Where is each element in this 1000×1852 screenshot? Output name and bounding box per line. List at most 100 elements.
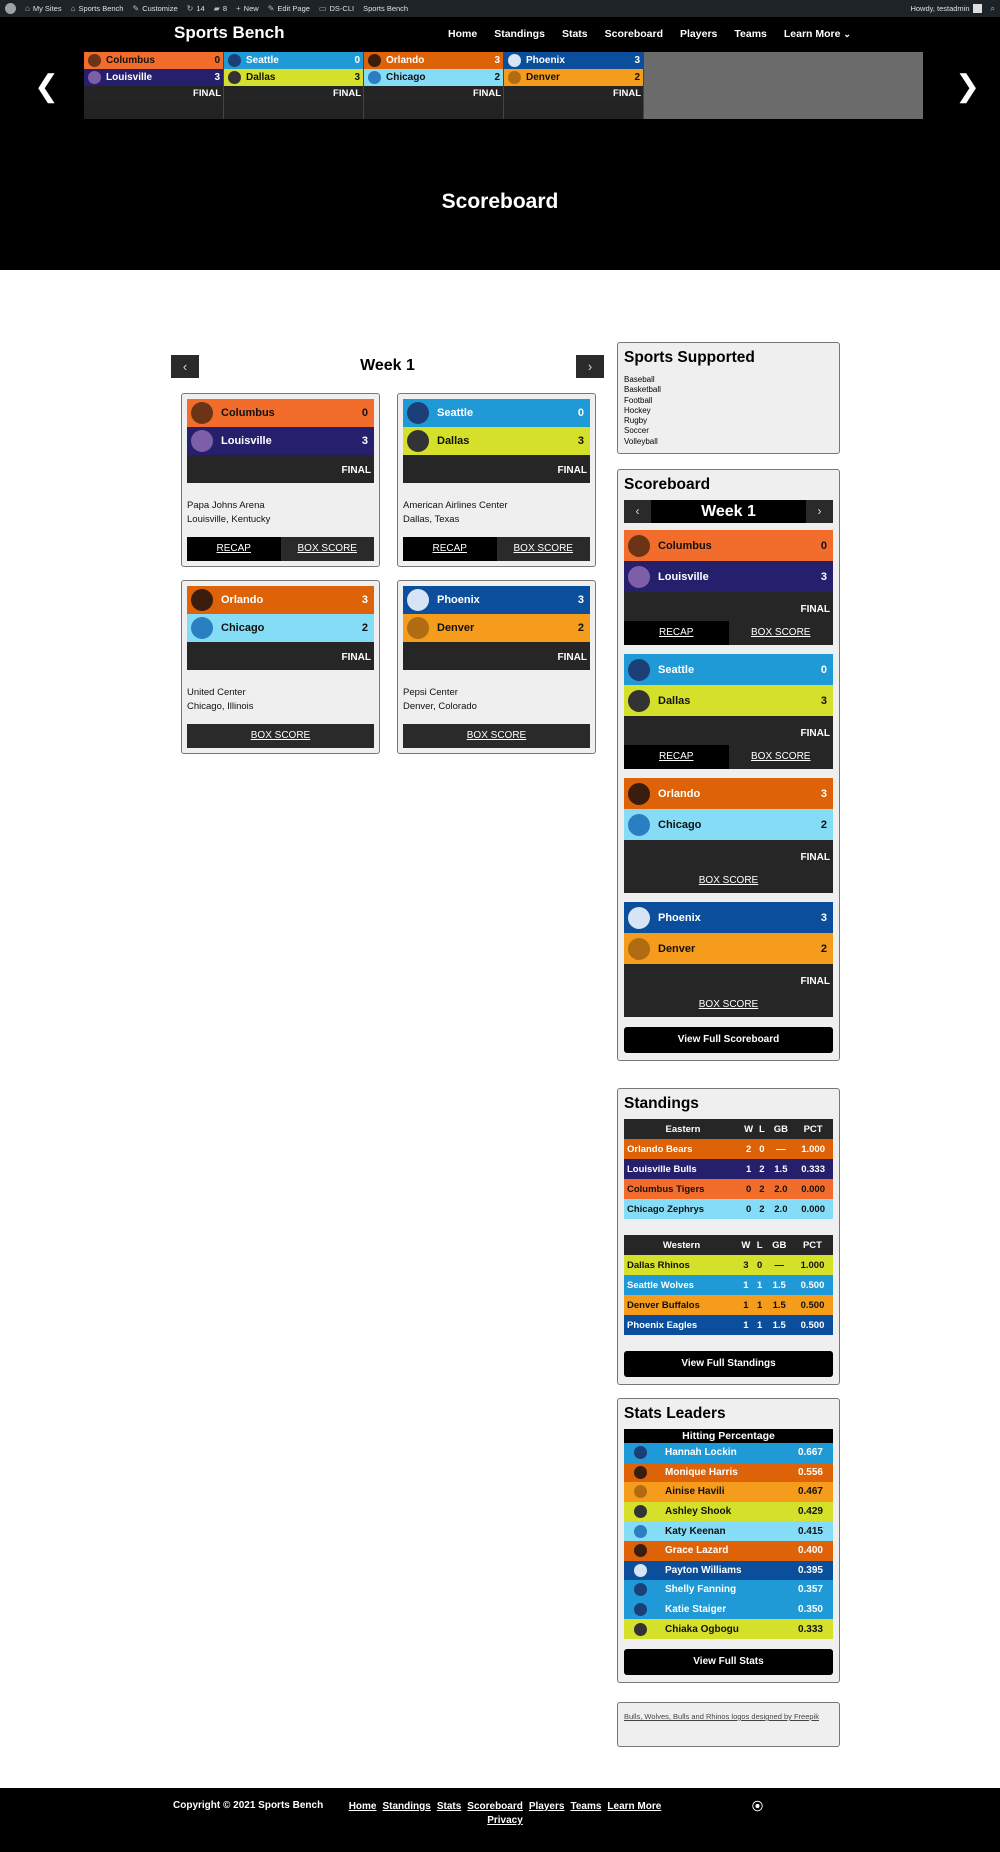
player-name[interactable]: Katy Keenan: [665, 1526, 798, 1537]
team-name[interactable]: Louisville Bulls: [624, 1159, 742, 1179]
widget-title: Scoreboard: [624, 476, 711, 493]
team-name[interactable]: Orlando Bears: [624, 1139, 742, 1159]
admin-new[interactable]: + New: [236, 4, 259, 13]
player-name[interactable]: Grace Lazard: [665, 1545, 798, 1556]
site-footer: Copyright © 2021 Sports Bench Home Standi…: [0, 1788, 1000, 1852]
stat-gb: 2.0: [774, 1183, 788, 1195]
game-buttons: RECAP BOX SCORE: [403, 537, 590, 561]
admin-customize[interactable]: ✎ Customize: [132, 4, 177, 13]
stat-w: 1: [743, 1299, 749, 1311]
view-full-scoreboard-button[interactable]: View Full Scoreboard: [624, 1027, 833, 1053]
nav-players[interactable]: Players: [680, 28, 717, 40]
view-full-stats-button[interactable]: View Full Stats: [624, 1648, 833, 1675]
team-name[interactable]: Columbus Tigers: [624, 1179, 742, 1199]
ticker-team-row: Seattle 0: [224, 52, 363, 69]
player-name[interactable]: Payton Williams: [665, 1565, 798, 1576]
player-name[interactable]: Hannah Lockin: [665, 1447, 798, 1458]
game-status: FINAL: [403, 455, 590, 483]
next-week-button[interactable]: ›: [576, 355, 604, 378]
ticker-game[interactable]: Seattle 0 Dallas 3 FINAL: [224, 52, 364, 119]
pencil-icon: ✎: [267, 4, 275, 13]
wordpress-menu[interactable]: [5, 3, 16, 14]
team-score: 2: [577, 622, 584, 634]
admin-updates[interactable]: ↻ 14: [187, 4, 205, 13]
box-score-button[interactable]: BOX SCORE: [624, 993, 833, 1017]
footer-link-learn-more[interactable]: Learn More: [607, 1801, 661, 1812]
nav-stats[interactable]: Stats: [562, 28, 588, 40]
venue-name: American Airlines Center: [403, 500, 508, 511]
stat-pct: 0.000: [801, 1203, 825, 1215]
player-name[interactable]: Chiaka Ogbogu: [665, 1624, 798, 1635]
ticker-team-row: Denver 2: [504, 69, 643, 86]
admin-search[interactable]: ⌕: [991, 4, 995, 14]
nav-scoreboard[interactable]: Scoreboard: [605, 28, 663, 40]
chevron-right-icon: ›: [817, 504, 822, 518]
stat-l: 0: [759, 1143, 765, 1155]
admin-sports-bench[interactable]: Sports Bench: [363, 4, 408, 13]
widget-next-week-button[interactable]: ›: [806, 500, 833, 523]
footer-link-standings[interactable]: Standings: [382, 1801, 430, 1812]
team-name[interactable]: Denver Buffalos: [624, 1295, 739, 1315]
box-score-button[interactable]: BOX SCORE: [624, 869, 833, 893]
player-name[interactable]: Monique Harris: [665, 1467, 798, 1478]
ticker-next-arrow[interactable]: ❯: [955, 72, 980, 102]
column-header: PCT: [793, 1119, 833, 1139]
player-name[interactable]: Shelly Fanning: [665, 1584, 798, 1595]
box-score-button[interactable]: BOX SCORE: [187, 724, 374, 748]
recap-button[interactable]: RECAP: [624, 745, 729, 769]
admin-account[interactable]: Howdy, testadmin: [910, 4, 982, 13]
ticker-game[interactable]: Columbus 0 Louisville 3 FINAL: [84, 52, 224, 119]
player-name[interactable]: Ainise Havili: [665, 1486, 798, 1497]
admin-comments[interactable]: ▰ 8: [214, 4, 227, 13]
box-score-button[interactable]: BOX SCORE: [280, 537, 374, 561]
footer-link-privacy[interactable]: Privacy: [487, 1815, 523, 1826]
wp-admin-bar: ⌂ My Sites ⌂ Sports Bench ✎ Customize ↻ 14 ▰…: [0, 0, 1000, 17]
recap-button[interactable]: RECAP: [187, 537, 281, 561]
nav-learn-more[interactable]: Learn More ⌄: [784, 28, 851, 40]
team-name[interactable]: Dallas Rhinos: [624, 1255, 739, 1275]
nav-home[interactable]: Home: [448, 28, 477, 40]
stat-w: 0: [745, 1203, 752, 1215]
admin-site-name[interactable]: ⌂ Sports Bench: [71, 4, 124, 13]
box-score-button[interactable]: BOX SCORE: [729, 621, 834, 645]
game-status: FINAL: [624, 716, 833, 745]
widget-prev-week-button[interactable]: ‹: [624, 500, 651, 523]
footer-link-teams[interactable]: Teams: [570, 1801, 601, 1812]
footer-link-stats[interactable]: Stats: [437, 1801, 461, 1812]
player-name[interactable]: Ashley Shook: [665, 1506, 798, 1517]
footer-link-scoreboard[interactable]: Scoreboard: [467, 1801, 523, 1812]
sport-item: Rugby: [624, 416, 648, 426]
recap-button[interactable]: RECAP: [624, 621, 729, 645]
main-content: ‹ Week 1 › Columbus 0 Louisville 3 FINAL Papa…: [0, 270, 1000, 1788]
team-name: Denver: [526, 72, 560, 83]
footer-link-home[interactable]: Home: [349, 1801, 377, 1812]
view-full-standings-button[interactable]: View Full Standings: [624, 1351, 833, 1377]
recap-button[interactable]: RECAP: [403, 537, 497, 561]
rss-icon[interactable]: ⦿: [752, 1798, 763, 1814]
team-name[interactable]: Phoenix Eagles: [624, 1315, 739, 1335]
team-logo-icon: [628, 906, 650, 929]
ticker-prev-arrow[interactable]: ❮: [34, 72, 59, 102]
nav-standings[interactable]: Standings: [494, 28, 545, 40]
team-name[interactable]: Seattle Wolves: [624, 1275, 739, 1295]
stat-w: 1: [745, 1163, 752, 1175]
admin-my-sites[interactable]: ⌂ My Sites: [25, 4, 62, 13]
ticker-game[interactable]: Orlando 3 Chicago 2 FINAL: [364, 52, 504, 119]
box-score-button[interactable]: BOX SCORE: [403, 724, 590, 748]
box-score-button[interactable]: BOX SCORE: [496, 537, 590, 561]
admin-ds-cli[interactable]: ▭ DS-CLI: [319, 4, 354, 13]
ticker-team-row: Orlando 3: [364, 52, 503, 69]
stat-value: 0.400: [797, 1545, 823, 1557]
player-name[interactable]: Katie Staiger: [665, 1604, 798, 1615]
team-name[interactable]: Chicago Zephrys: [624, 1199, 742, 1219]
site-title[interactable]: Sports Bench: [174, 23, 285, 43]
team-score: 0: [361, 407, 368, 419]
footer-link-players[interactable]: Players: [529, 1801, 565, 1812]
admin-edit-page[interactable]: ✎ Edit Page: [268, 4, 310, 13]
box-score-button[interactable]: BOX SCORE: [729, 745, 834, 769]
venue-location: Louisville, Kentucky: [187, 514, 271, 525]
nav-teams[interactable]: Teams: [734, 28, 767, 40]
ticker-game[interactable]: Phoenix 3 Denver 2 FINAL: [504, 52, 644, 119]
widget-game: Seattle 0 Dallas 3 FINAL RECAP BOX SCORE: [624, 654, 833, 769]
logo-credit-link[interactable]: Bulls, Wolves, Bulls and Rhinos logos de…: [624, 1709, 833, 1730]
